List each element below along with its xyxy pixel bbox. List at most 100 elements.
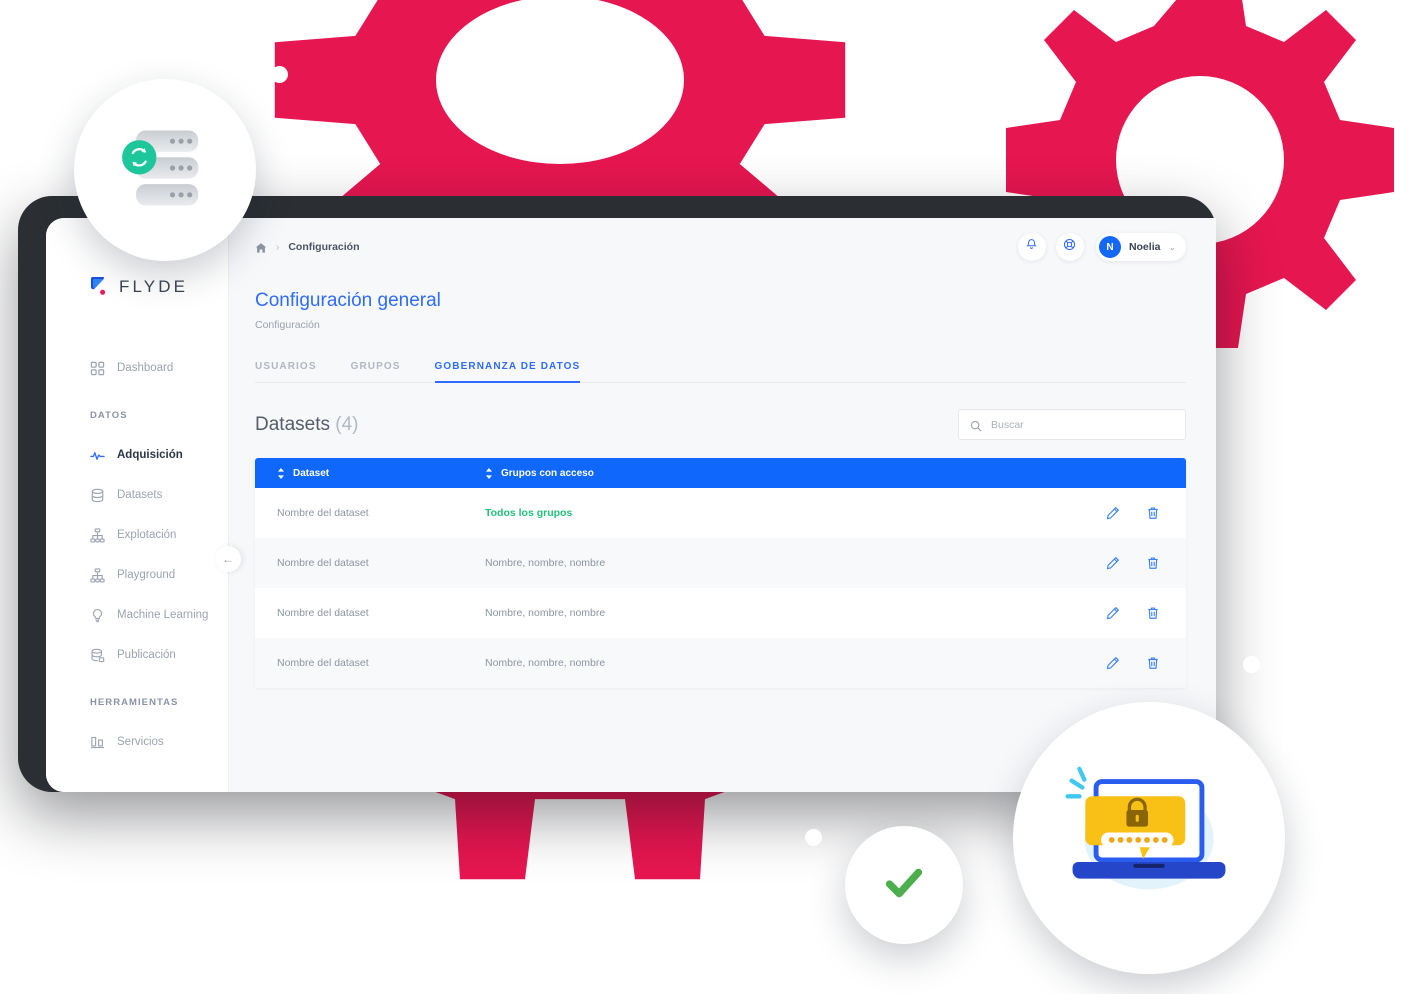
- row-actions: [1066, 656, 1186, 670]
- edit-icon[interactable]: [1106, 656, 1120, 670]
- database-icon: [90, 488, 105, 503]
- sidebar-item-servicios[interactable]: Servicios: [46, 722, 228, 762]
- sitemap-icon: [90, 527, 105, 543]
- cell-dataset: Nombre del dataset: [277, 657, 369, 669]
- section-title-text: Datasets: [255, 413, 330, 435]
- app-logo[interactable]: FLYDE: [46, 270, 228, 304]
- check-icon: [875, 854, 933, 917]
- sidebar-item-explotacion[interactable]: Explotación: [46, 515, 228, 555]
- chevron-down-icon: ⌄: [1168, 241, 1176, 252]
- delete-icon[interactable]: [1146, 656, 1160, 670]
- sidebar-item-adquisicion[interactable]: Adquisición: [46, 435, 228, 475]
- sidebar-item-publicacion[interactable]: Publicación: [46, 635, 228, 675]
- pulse-icon: [90, 448, 105, 463]
- cell-grupos: Nombre, nombre, nombre: [485, 557, 606, 569]
- breadcrumb-current[interactable]: Configuración: [288, 241, 359, 253]
- search-input[interactable]: [991, 418, 1174, 431]
- device-screen: FLYDE Dashboard DATOS Adquisición Datase…: [46, 218, 1216, 792]
- cell-dataset: Nombre del dataset: [277, 607, 369, 619]
- section-title: Datasets (4): [255, 414, 359, 436]
- topbar: › Configuración N Noelia ⌄: [229, 218, 1216, 276]
- delete-icon[interactable]: [1146, 556, 1160, 570]
- sidebar-item-dashboard[interactable]: Dashboard: [46, 348, 228, 388]
- page-root: FLYDE Dashboard DATOS Adquisición Datase…: [0, 0, 1408, 994]
- tab-bar: USUARIOS GRUPOS GOBERNANZA DE DATOS: [255, 353, 1186, 383]
- cell-grupos: Nombre, nombre, nombre: [485, 607, 606, 619]
- sidebar-item-label: Playground: [117, 569, 176, 581]
- main-content: › Configuración N Noelia ⌄ Configuración…: [229, 218, 1216, 792]
- table-row[interactable]: Nombre del dataset Todos los grupos: [255, 488, 1186, 538]
- row-actions: [1066, 556, 1186, 570]
- section-count: (4): [335, 413, 359, 435]
- logo-text: FLYDE: [119, 277, 189, 296]
- sidebar: FLYDE Dashboard DATOS Adquisición Datase…: [46, 218, 241, 792]
- server-sync-badge: [74, 79, 256, 261]
- home-icon[interactable]: [255, 241, 267, 253]
- sidebar-item-machine-learning[interactable]: Machine Learning: [46, 595, 228, 635]
- sidebar-item-label: Datasets: [117, 489, 163, 501]
- page-subtitle: Configuración: [255, 319, 320, 331]
- notifications-button[interactable]: [1017, 233, 1046, 261]
- delete-icon[interactable]: [1146, 606, 1160, 620]
- tab-grupos[interactable]: GRUPOS: [351, 361, 401, 383]
- decorative-dot: [271, 66, 288, 83]
- user-menu[interactable]: N Noelia ⌄: [1095, 233, 1186, 261]
- edit-icon[interactable]: [1106, 556, 1120, 570]
- sidebar-item-datasets[interactable]: Datasets: [46, 475, 228, 515]
- cell-grupos: Todos los grupos: [485, 507, 573, 519]
- row-actions: [1066, 606, 1186, 620]
- sidebar-item-label: Servicios: [117, 736, 164, 748]
- edit-icon[interactable]: [1106, 606, 1120, 620]
- breadcrumb-separator: ›: [276, 241, 280, 253]
- sidebar-item-label: Explotación: [117, 529, 177, 541]
- columns-icon: [90, 735, 105, 750]
- sidebar-item-label: Adquisición: [117, 449, 183, 461]
- sidebar-item-playground[interactable]: Playground: [46, 555, 228, 595]
- table-row[interactable]: Nombre del dataset Nombre, nombre, nombr…: [255, 638, 1186, 688]
- breadcrumb: › Configuración: [255, 241, 360, 253]
- delete-icon[interactable]: [1146, 506, 1160, 520]
- device-frame: FLYDE Dashboard DATOS Adquisición Datase…: [18, 196, 1216, 792]
- database-upload-icon: [90, 648, 105, 663]
- sort-icon: [277, 467, 285, 479]
- decorative-dot: [805, 829, 822, 846]
- laptop-password-icon: [1051, 752, 1247, 924]
- table-header-row: Dataset Grupos con acceso: [255, 458, 1186, 488]
- server-stack-icon: [106, 109, 224, 232]
- table-row[interactable]: Nombre del dataset Nombre, nombre, nombr…: [255, 538, 1186, 588]
- user-name: Noelia: [1128, 241, 1161, 253]
- success-check-badge: [845, 826, 963, 944]
- sort-icon: [485, 467, 493, 479]
- sidebar-item-label: Publicación: [117, 649, 176, 661]
- column-header-label: Grupos con acceso: [501, 467, 594, 479]
- tab-usuarios[interactable]: USUARIOS: [255, 361, 317, 383]
- password-laptop-badge: [1013, 702, 1285, 974]
- sidebar-section-datos: DATOS: [90, 410, 128, 421]
- column-header-dataset[interactable]: Dataset: [255, 467, 483, 479]
- flyde-logo-icon: [90, 276, 111, 298]
- datasets-table: Dataset Grupos con acceso Nombre del dat…: [255, 458, 1186, 688]
- lifebuoy-icon: [1063, 238, 1076, 256]
- sidebar-item-label: Machine Learning: [117, 609, 209, 621]
- search-icon: [970, 419, 982, 431]
- section-header: Datasets (4): [255, 409, 1186, 440]
- tab-gobernanza-de-datos[interactable]: GOBERNANZA DE DATOS: [434, 361, 581, 383]
- sidebar-section-herramientas: HERRAMIENTAS: [90, 697, 179, 708]
- column-header-grupos[interactable]: Grupos con acceso: [483, 467, 1186, 479]
- help-button[interactable]: [1055, 233, 1084, 261]
- sidebar-item-label: Dashboard: [117, 362, 174, 374]
- sidebar-collapse-button[interactable]: ←: [215, 546, 241, 572]
- cell-grupos: Nombre, nombre, nombre: [485, 657, 606, 669]
- arrow-left-icon: ←: [222, 552, 234, 566]
- search-box[interactable]: [958, 409, 1186, 440]
- column-header-label: Dataset: [293, 467, 330, 479]
- avatar: N: [1098, 236, 1121, 258]
- decorative-dot: [1243, 656, 1260, 673]
- cell-dataset: Nombre del dataset: [277, 507, 369, 519]
- edit-icon[interactable]: [1106, 506, 1120, 520]
- table-row[interactable]: Nombre del dataset Nombre, nombre, nombr…: [255, 588, 1186, 638]
- row-actions: [1066, 506, 1186, 520]
- topbar-actions: N Noelia ⌄: [1017, 233, 1186, 261]
- bell-icon: [1025, 238, 1038, 256]
- bulb-icon: [90, 608, 105, 623]
